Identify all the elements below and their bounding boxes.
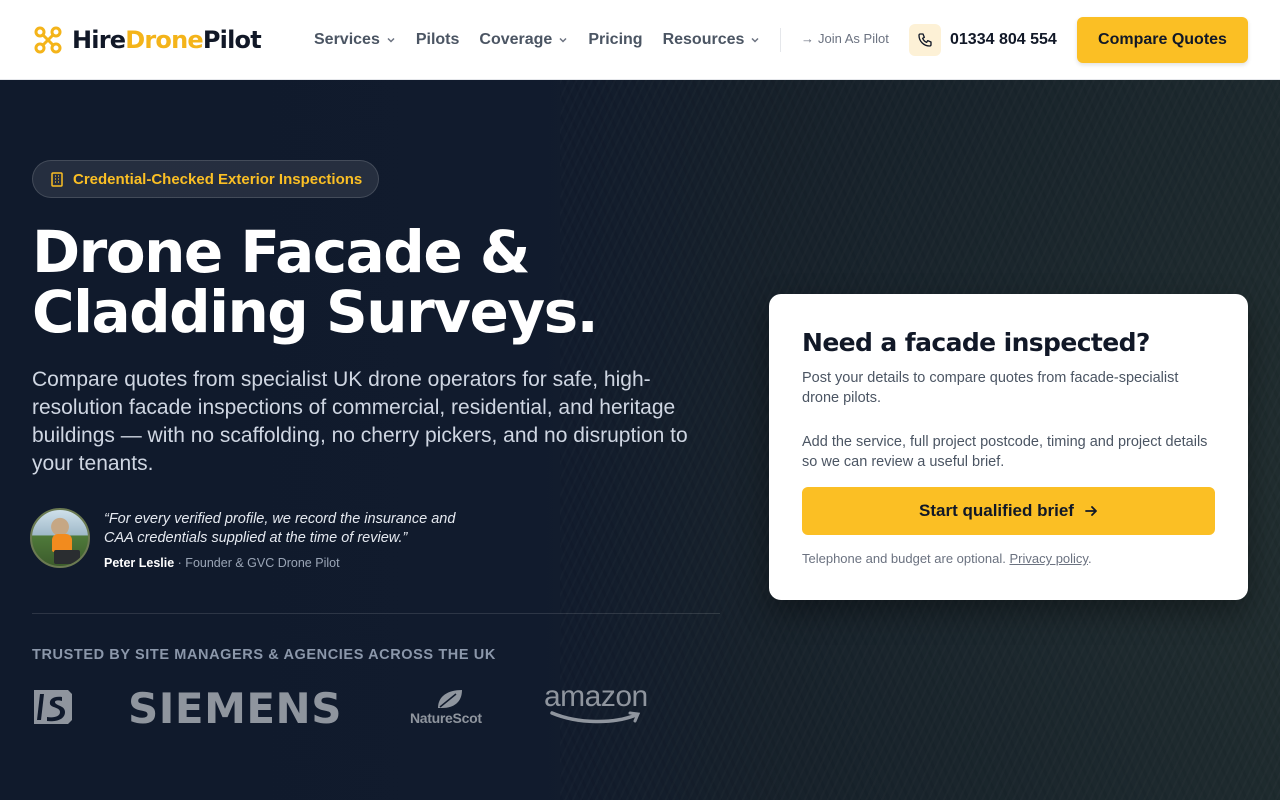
amazon-wordmark: amazon: [544, 680, 648, 713]
arrow-right-icon: [1085, 506, 1097, 516]
building-icon: [51, 171, 63, 187]
logo-part-pilot: Pilot: [202, 26, 262, 54]
optional-note: Telephone and budget are optional.: [802, 551, 1006, 566]
nav-label: Resources: [662, 31, 745, 48]
title-line-2: Cladding Surveys.: [32, 278, 599, 346]
author-name: Peter Leslie: [104, 556, 175, 570]
join-label: Join As Pilot: [818, 31, 889, 46]
hero-subtitle: Compare quotes from specialist UK drone …: [32, 368, 688, 475]
start-brief-button[interactable]: Start qualified brief: [802, 487, 1215, 535]
phone-icon-box: [909, 24, 941, 56]
logo-part-hire: Hire: [72, 26, 126, 54]
chevron-down-icon: [751, 37, 759, 43]
phone-number: 01334 804 554: [950, 31, 1057, 48]
arrow-right-icon: →: [801, 31, 814, 46]
hero-divider: [32, 613, 720, 614]
site-header: HireDronePilot Services Pilots Coverage …: [0, 0, 1280, 80]
leaf-icon: [438, 690, 462, 708]
phone-link[interactable]: 01334 804 554: [909, 24, 1057, 56]
author-role: · Founder & GVC Drone Pilot: [177, 556, 340, 570]
join-as-pilot-link[interactable]: → Join As Pilot: [801, 31, 889, 46]
siemens-logo: SIEMENS: [128, 684, 342, 733]
page-title: Drone Facade & Cladding Surveys.: [32, 222, 732, 342]
nav-label: Pricing: [588, 31, 643, 48]
nav-item-services[interactable]: Services: [314, 31, 396, 49]
avatar: [30, 508, 90, 568]
partial-logo: [34, 690, 72, 724]
nav-item-pricing[interactable]: Pricing: [588, 31, 642, 49]
client-logos: SIEMENS NatureScot amazon: [32, 680, 720, 740]
card-title: Need a facade inspected?: [802, 328, 1150, 357]
naturescot-logo: NatureScot: [410, 688, 490, 730]
chevron-down-icon: [559, 37, 567, 43]
start-brief-label: Start qualified brief: [919, 501, 1074, 520]
site-logo[interactable]: HireDronePilot: [34, 24, 262, 56]
compare-quotes-button[interactable]: Compare Quotes: [1077, 17, 1248, 63]
naturescot-wordmark: NatureScot: [410, 710, 482, 726]
privacy-policy-link[interactable]: Privacy policy: [1009, 551, 1088, 566]
phone-icon: [918, 33, 932, 47]
drone-logo-icon: [34, 26, 62, 54]
nav-label: Coverage: [479, 31, 553, 48]
testimonial-author: Peter Leslie · Founder & GVC Drone Pilot: [104, 556, 340, 570]
logo-wordmark: HireDronePilot: [72, 26, 262, 54]
note-end: .: [1087, 551, 1092, 566]
nav-item-pilots[interactable]: Pilots: [416, 31, 460, 49]
nav-item-coverage[interactable]: Coverage: [479, 31, 568, 49]
trusted-by-label: TRUSTED BY SITE MANAGERS & AGENCIES ACRO…: [32, 647, 496, 663]
hero-section: Credential-Checked Exterior Inspections …: [0, 80, 1280, 800]
nav-divider: [780, 28, 781, 52]
amazon-logo: amazon: [544, 680, 666, 724]
quote-form-card: Need a facade inspected? Post your detai…: [769, 294, 1248, 600]
logo-part-drone: Drone: [125, 26, 203, 54]
hero-badge: Credential-Checked Exterior Inspections: [32, 160, 380, 198]
testimonial: “For every verified profile, we record t…: [30, 508, 510, 570]
badge-label: Credential-Checked Exterior Inspections: [73, 170, 363, 188]
nav-item-resources[interactable]: Resources: [663, 31, 761, 49]
testimonial-quote: “For every verified profile, we record t…: [104, 511, 456, 546]
chevron-down-icon: [387, 37, 395, 43]
nav-label: Pilots: [415, 31, 460, 48]
card-instructions: Add the service, full project postcode, …: [802, 434, 1208, 470]
amazon-smile-icon: [550, 711, 641, 724]
title-line-1: Drone Facade &: [32, 218, 530, 286]
card-note: Telephone and budget are optional. Priva…: [802, 551, 1092, 566]
main-nav: Services Pilots Coverage Pricing Resourc…: [314, 28, 780, 52]
nav-label: Services: [314, 31, 380, 48]
card-description: Post your details to compare quotes from…: [802, 370, 1179, 406]
